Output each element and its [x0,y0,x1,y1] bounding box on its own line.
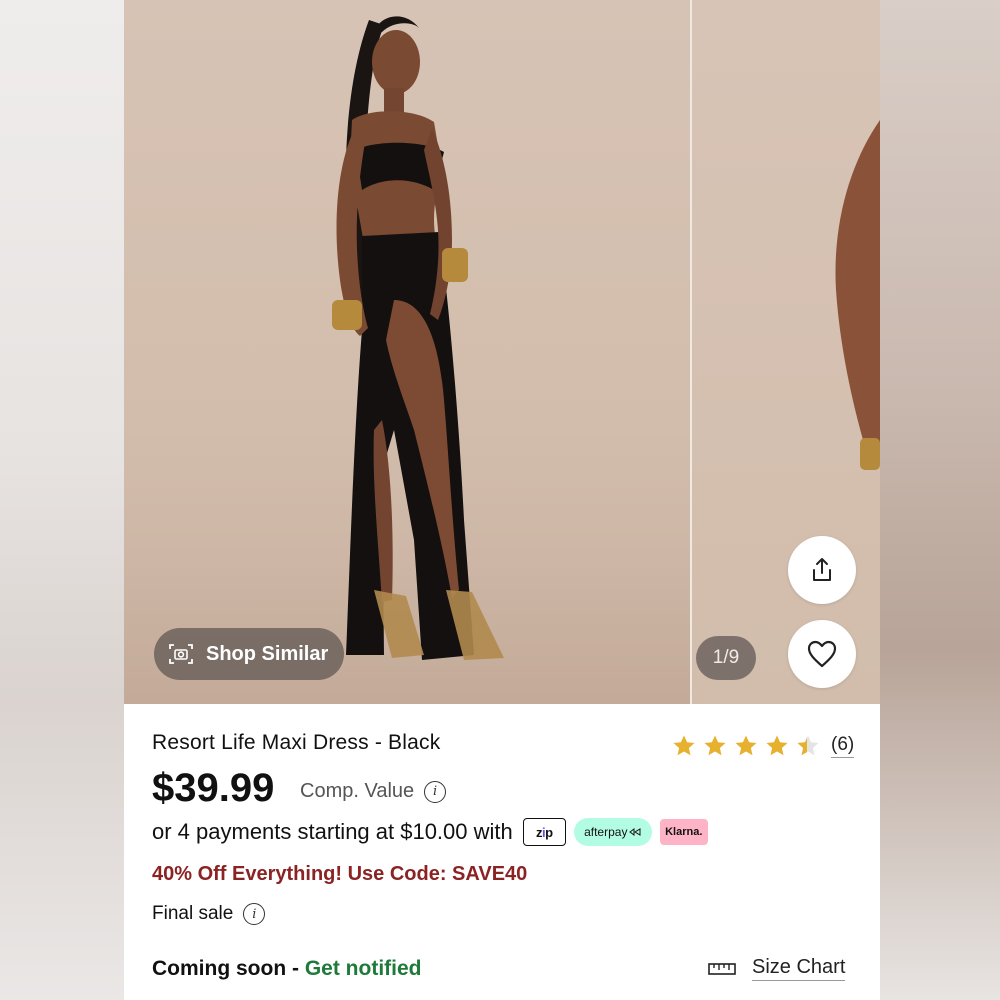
model-photo [332,16,504,660]
availability-status: Coming soon - Get notified [152,957,422,981]
info-icon[interactable]: i [424,780,447,803]
coming-soon-label: Coming soon - [152,957,305,980]
star-icon [672,734,696,758]
shop-similar-button[interactable]: Shop Similar [154,628,344,680]
product-info-panel: Resort Life Maxi Dress - Black (6) $39.9… [124,704,880,1000]
shop-similar-label: Shop Similar [206,642,329,665]
product-price: $39.99 [152,766,275,810]
zip-badge[interactable]: zip [522,818,566,846]
size-chart-link[interactable]: Size Chart [708,956,846,981]
afterpay-label: afterpay [584,825,628,839]
star-icon [703,734,727,758]
get-notified-link[interactable]: Get notified [305,957,422,980]
product-screen: Shop Similar 1/9 Resort Life Maxi Dress … [124,0,880,1000]
product-image-next[interactable] [692,0,880,704]
blurred-backdrop-left [0,0,124,1000]
image-counter: 1/9 [696,636,756,680]
product-image-gallery[interactable]: Shop Similar 1/9 [124,0,880,704]
star-icon [734,734,758,758]
share-icon [813,558,831,581]
rating-count-link[interactable]: (6) [831,734,855,758]
final-sale-notice: Final sale i [152,903,266,925]
promo-banner: 40% Off Everything! Use Code: SAVE40 [152,863,528,885]
product-rating[interactable]: (6) [672,734,855,758]
next-photo-peek [835,120,880,470]
payments-text: or 4 payments starting at $10.00 with [152,819,513,844]
installment-payments: or 4 payments starting at $10.00 with zi… [152,818,708,846]
size-chart-label: Size Chart [752,956,846,981]
ruler-icon [708,962,736,976]
klarna-badge[interactable]: Klarna. [659,819,708,845]
share-button[interactable] [788,536,856,604]
wishlist-button[interactable] [788,620,856,688]
blurred-backdrop-right [880,0,1000,1000]
product-image-main[interactable] [124,0,690,704]
afterpay-logo-icon [629,828,641,836]
heart-icon [807,640,837,668]
afterpay-badge[interactable]: afterpay [573,818,652,846]
product-title: Resort Life Maxi Dress - Black [152,731,441,754]
camera-scan-icon [168,643,194,665]
star-icon [765,734,789,758]
comp-value-label: Comp. Value [300,780,415,802]
comp-value: Comp. Value i [300,780,447,803]
star-half-icon [796,734,820,758]
info-icon[interactable]: i [243,903,266,925]
final-sale-label: Final sale [152,903,234,924]
